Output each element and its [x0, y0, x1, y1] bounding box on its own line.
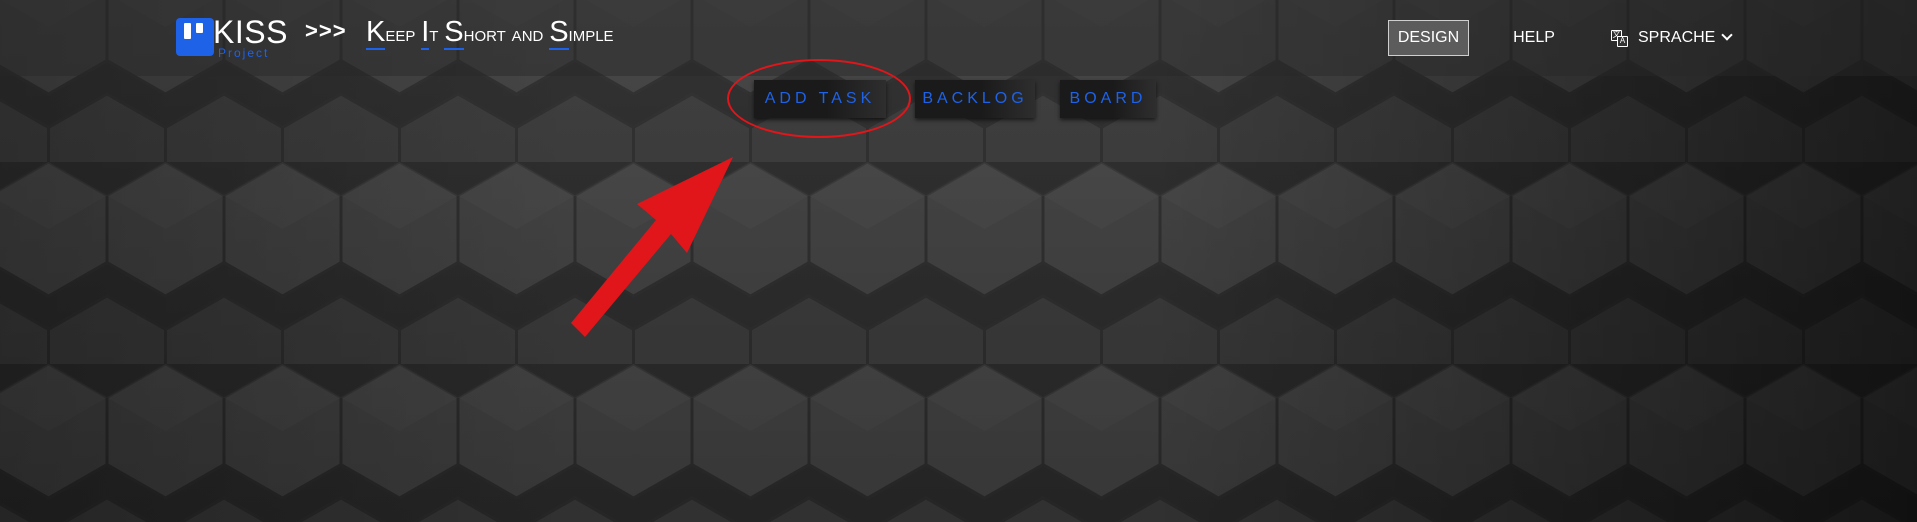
language-dropdown[interactable]: 文A SPRACHE — [1611, 20, 1741, 56]
tagline: Keep It Short and Simple — [366, 16, 614, 50]
tagline-word: hort and — [463, 23, 544, 46]
kiss-logo[interactable]: KISS Project — [176, 14, 288, 60]
pointer-arrow-icon — [571, 157, 733, 337]
design-button[interactable]: DESIGN — [1388, 20, 1469, 56]
backlog-button[interactable]: BACKLOG — [915, 80, 1035, 118]
tagline-arrows: >>> — [305, 18, 347, 43]
tagline-word: t — [429, 23, 439, 46]
help-link[interactable]: HELP — [1506, 20, 1562, 56]
hexagon-background — [0, 0, 1917, 522]
language-label: SPRACHE — [1638, 29, 1716, 46]
tagline-cap: S — [444, 16, 464, 50]
tagline-cap: S — [549, 16, 569, 50]
chevron-down-icon — [1721, 29, 1734, 41]
board-button[interactable]: BOARD — [1060, 80, 1156, 118]
translate-icon: 文A — [1611, 29, 1628, 47]
kanban-icon — [176, 18, 214, 56]
tagline-word: eep — [385, 23, 416, 46]
tagline-word: imple — [568, 23, 614, 46]
logo-subtext: Project — [218, 46, 270, 60]
tagline-cap: K — [366, 16, 386, 50]
highlight-circle — [727, 59, 911, 138]
